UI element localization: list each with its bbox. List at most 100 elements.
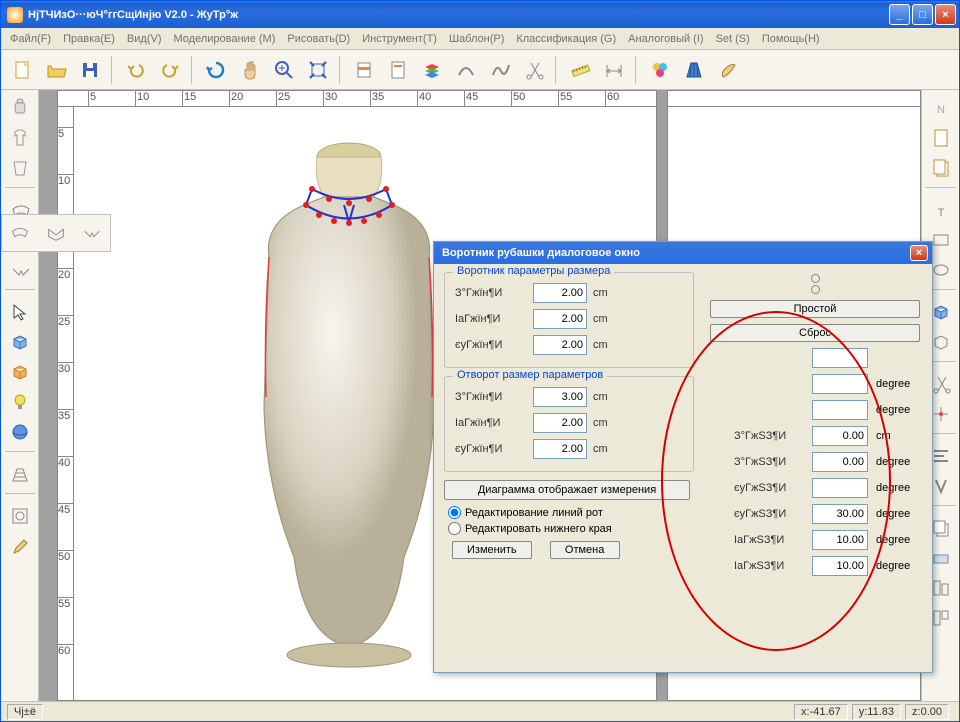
perspective-icon[interactable]	[5, 460, 35, 488]
menu-инструментt[interactable]: Инструмент(T)	[357, 31, 442, 47]
right-param-input[interactable]	[812, 504, 868, 524]
param-row: З°Гжїн¶Иcm	[455, 387, 683, 407]
right-param-input[interactable]	[812, 478, 868, 498]
param-input[interactable]	[533, 413, 587, 433]
main-toolbar	[1, 50, 959, 90]
close-button[interactable]: ×	[935, 4, 956, 25]
collar-params-group: Воротник параметры размера З°Гжїн¶ИcmIаГ…	[444, 272, 694, 368]
cursor-icon[interactable]	[5, 298, 35, 326]
undo-icon[interactable]	[121, 55, 151, 85]
radio1-input[interactable]	[448, 506, 461, 519]
shape-icon[interactable]	[5, 502, 35, 530]
maximize-button[interactable]: □	[912, 4, 933, 25]
save-icon[interactable]	[75, 55, 105, 85]
open-icon[interactable]	[41, 55, 71, 85]
param-input[interactable]	[533, 283, 587, 303]
mannequin-icon[interactable]	[5, 94, 35, 122]
right-param-row: З°ГжЅЗ¶Иcm	[710, 426, 920, 446]
bulb-icon[interactable]	[5, 388, 35, 416]
menu-помощьh[interactable]: Помощь(H)	[757, 31, 825, 47]
status-x: x:-41.67	[794, 704, 848, 720]
text-icon[interactable]: T	[926, 196, 956, 224]
param-row: єуГжїн¶Иcm	[455, 439, 683, 459]
radio2-input[interactable]	[448, 522, 461, 535]
pages-icon[interactable]	[926, 154, 956, 182]
doc-icon[interactable]	[383, 55, 413, 85]
diagram-button[interactable]: Диаграмма отображает измерения	[444, 480, 690, 500]
right-param-input[interactable]	[812, 452, 868, 472]
layer-icon[interactable]	[349, 55, 379, 85]
param-input[interactable]	[533, 335, 587, 355]
menu-видv[interactable]: Вид(V)	[122, 31, 167, 47]
rotate-icon[interactable]	[201, 55, 231, 85]
status-ready: Чј±ё	[7, 704, 43, 720]
status-z: z:0.00	[905, 704, 949, 720]
lapel-params-group: Отворот размер параметров З°Гжїн¶ИcmIаГж…	[444, 376, 694, 472]
menu-шаблонp[interactable]: Шаблон(P)	[444, 31, 509, 47]
right-param-input[interactable]	[812, 530, 868, 550]
zoom-icon[interactable]	[269, 55, 299, 85]
right-param-input[interactable]	[812, 426, 868, 446]
radio-pair[interactable]	[710, 274, 920, 294]
right-param-row: єуГжЅЗ¶Иdegree	[710, 504, 920, 524]
ball-icon[interactable]	[5, 418, 35, 446]
cube-icon[interactable]	[5, 328, 35, 356]
dim-icon[interactable]	[599, 55, 629, 85]
right-param-input[interactable]	[812, 400, 868, 420]
collar-options	[1, 214, 111, 252]
status-y: y:11.83	[852, 704, 901, 720]
menu-классификацияg[interactable]: Классификация (G)	[511, 31, 621, 47]
curve2-icon[interactable]	[485, 55, 515, 85]
apply-button[interactable]: Изменить	[452, 541, 532, 559]
param-input[interactable]	[533, 387, 587, 407]
fit-icon[interactable]	[303, 55, 333, 85]
svg-text:N: N	[937, 104, 945, 116]
menu-правкаe[interactable]: Правка(E)	[58, 31, 120, 47]
dialog-title: Воротник рубашки диалоговое окно	[442, 247, 910, 259]
menu-рисоватьd[interactable]: Рисовать(D)	[282, 31, 355, 47]
right-param-row: degree	[710, 374, 920, 394]
menu-файлf[interactable]: Файл(F)	[5, 31, 56, 47]
shirt-icon[interactable]	[5, 124, 35, 152]
param-row: З°Гжїн¶Иcm	[455, 283, 683, 303]
pen-icon[interactable]	[5, 532, 35, 560]
skirt-icon[interactable]	[679, 55, 709, 85]
color-icon[interactable]	[645, 55, 675, 85]
svg-text:T: T	[937, 207, 944, 219]
reset-button[interactable]: Сброс	[710, 324, 920, 342]
dialog-close-button[interactable]: ×	[910, 245, 928, 261]
right-param-input[interactable]	[812, 556, 868, 576]
window-title: НјТЧИзО···юЧ°ггСщИнјю V2.0 - ЖуТр°ж	[28, 9, 889, 21]
minimize-button[interactable]: _	[889, 4, 910, 25]
cut-icon[interactable]	[519, 55, 549, 85]
page-icon[interactable]	[926, 124, 956, 152]
ruler-icon[interactable]	[565, 55, 595, 85]
menu-аналоговыйi[interactable]: Аналоговый (I)	[623, 31, 708, 47]
coll3-icon[interactable]	[5, 256, 35, 284]
cancel-button[interactable]: Отмена	[550, 541, 620, 559]
group1-legend: Воротник параметры размера	[453, 265, 614, 277]
new-icon[interactable]	[7, 55, 37, 85]
needle-icon[interactable]	[713, 55, 743, 85]
collar-style-2[interactable]	[41, 219, 71, 247]
menu-моделированиеm[interactable]: Моделирование (M)	[169, 31, 281, 47]
dialog-right-column: Простой Сброс degreedegreeЗ°ГжЅЗ¶ИcmЗ°Гж…	[710, 272, 920, 582]
ruler-horizontal-2	[668, 91, 920, 107]
collar-style-1[interactable]	[5, 219, 35, 247]
cube2-icon[interactable]	[5, 358, 35, 386]
right-param-row	[710, 348, 920, 368]
simple-button[interactable]: Простой	[710, 300, 920, 318]
param-input[interactable]	[533, 309, 587, 329]
collar-style-3[interactable]	[77, 219, 107, 247]
stack-icon[interactable]	[417, 55, 447, 85]
right-param-input[interactable]	[812, 348, 868, 368]
param-input[interactable]	[533, 439, 587, 459]
menu-sets[interactable]: Set (S)	[711, 31, 755, 47]
right-param-row: IаГжЅЗ¶Иdegree	[710, 530, 920, 550]
curve-icon[interactable]	[451, 55, 481, 85]
hand-icon[interactable]	[235, 55, 265, 85]
sleeve-icon[interactable]	[5, 154, 35, 182]
n-icon[interactable]: N	[926, 94, 956, 122]
redo-icon[interactable]	[155, 55, 185, 85]
right-param-input[interactable]	[812, 374, 868, 394]
